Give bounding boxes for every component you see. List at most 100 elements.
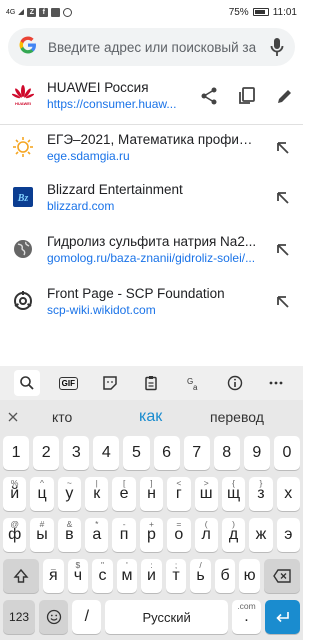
space-key[interactable]: Русский	[105, 600, 228, 634]
copy-icon[interactable]	[237, 86, 257, 111]
key-alt-label: _	[51, 560, 56, 570]
suggestion-title: HUAWEI Россия	[47, 80, 149, 95]
key-л[interactable]: (л	[194, 518, 218, 552]
current-page-suggestion[interactable]: HUAWEI HUAWEI Россия https://consumer.hu…	[0, 78, 303, 122]
collapse-icon[interactable]	[8, 409, 18, 425]
key-digit-7[interactable]: 7	[183, 436, 210, 470]
key-ч[interactable]: $ ч	[67, 559, 89, 593]
key-label: 4	[101, 444, 111, 461]
key-alt-label: /	[199, 560, 202, 570]
key-м[interactable]: ' м	[116, 559, 138, 593]
battery-percent: 75%	[228, 6, 249, 18]
suggestion-item[interactable]: ЕГЭ–2021, Математика профил... ege.sdamg…	[0, 132, 303, 176]
info-icon[interactable]	[222, 370, 248, 396]
key-т[interactable]: ; т	[165, 559, 187, 593]
key-у[interactable]: ~ у	[57, 477, 82, 511]
suggestion-title: ЕГЭ–2021, Математика профил...	[47, 132, 257, 147]
key-alt-label: $	[75, 560, 81, 570]
shift-key[interactable]	[3, 559, 40, 593]
key-label: ю	[243, 567, 256, 584]
key-ь[interactable]: / ь	[190, 559, 211, 593]
clipboard-icon[interactable]	[138, 370, 164, 396]
key-к[interactable]: | к	[85, 477, 109, 511]
translate-icon[interactable]: Ga	[180, 370, 206, 396]
suggestion-text: HUAWEI Россия https://consumer.huaw...	[47, 80, 182, 111]
key-alt-label: |	[95, 478, 98, 488]
key-ф[interactable]: @ ф	[3, 518, 27, 552]
search-input[interactable]	[48, 39, 269, 55]
emoji-key[interactable]	[39, 600, 69, 634]
period-key[interactable]: .com .	[231, 600, 262, 634]
key-digit-6[interactable]: 6	[153, 436, 180, 470]
key-ц[interactable]: ^ ц	[30, 477, 54, 511]
battery-icon	[252, 8, 269, 16]
key-р[interactable]: + р	[139, 518, 164, 552]
share-icon[interactable]	[199, 86, 219, 111]
svg-text:Bz: Bz	[17, 193, 29, 204]
key-digit-1[interactable]: 1	[3, 436, 30, 470]
key-digit-9[interactable]: 9	[243, 436, 270, 470]
refine-arrow-icon[interactable]	[275, 294, 291, 310]
key-ж[interactable]: ж	[249, 518, 273, 552]
key-п[interactable]: -п	[112, 518, 136, 552]
key-я[interactable]: _ я	[43, 559, 64, 593]
sun-icon	[12, 136, 34, 158]
refine-arrow-icon[interactable]	[275, 242, 291, 258]
gif-icon[interactable]: GIF	[55, 370, 81, 396]
suggestion-item[interactable]: Front Page - SCP Foundation scp-wiki.wik…	[0, 286, 303, 330]
keyboard: GIF Ga кто как перевод 1234567890 % й ^ ц ~ у…	[0, 366, 303, 640]
key-а[interactable]: * а	[85, 518, 109, 552]
key-digit-4[interactable]: 4	[93, 436, 120, 470]
key-digit-8[interactable]: 8	[213, 436, 240, 470]
suggestion-text: Blizzard Entertainment blizzard.com	[47, 182, 257, 213]
suggestion-item[interactable]: Гидролиз сульфита натрия Na2... gomolog.…	[0, 234, 303, 278]
facebook-icon: f	[39, 7, 49, 17]
key-digit-2[interactable]: 2	[33, 436, 60, 470]
key-в[interactable]: & в	[57, 518, 82, 552]
key-д[interactable]: ) д	[221, 518, 246, 552]
key-и[interactable]: :и	[141, 559, 162, 593]
key-digit-0[interactable]: 0	[273, 436, 300, 470]
key-б[interactable]: б	[214, 559, 236, 593]
refine-arrow-icon[interactable]	[275, 190, 291, 206]
more-icon[interactable]	[263, 370, 289, 396]
key-ш[interactable]: > ш	[194, 477, 218, 511]
suggestion-item[interactable]: Bz Blizzard Entertainment blizzard.com	[0, 182, 303, 226]
key-alt-label: @	[10, 519, 20, 529]
suggestion-url: scp-wiki.wikidot.com	[47, 303, 156, 317]
word-suggestion-center[interactable]: как	[139, 408, 162, 426]
word-suggestion-right[interactable]: перевод	[210, 409, 264, 425]
key-й[interactable]: % й	[3, 477, 27, 511]
key-н[interactable]: ] н	[139, 477, 164, 511]
word-suggestion-left[interactable]: кто	[52, 409, 72, 425]
edit-icon[interactable]	[275, 86, 295, 111]
key-о[interactable]: = о	[167, 518, 191, 552]
key-digit-5[interactable]: 5	[123, 436, 150, 470]
omnibox[interactable]	[8, 28, 295, 66]
slash-key[interactable]: /	[72, 600, 102, 634]
key-digit-3[interactable]: 3	[63, 436, 90, 470]
key-щ[interactable]: {щ	[221, 477, 246, 511]
letter-row-2: @ ф # ы & в * а - п + р = о(л) д ж э	[0, 518, 303, 552]
status-icons: 4G Z f	[6, 7, 73, 17]
key-label: э	[284, 526, 293, 543]
enter-key[interactable]	[265, 600, 300, 634]
key-е[interactable]: [е	[112, 477, 136, 511]
key-ы[interactable]: # ы	[30, 518, 54, 552]
key-з[interactable]: } з	[249, 477, 273, 511]
refine-arrow-icon[interactable]	[275, 140, 291, 156]
backspace-key[interactable]	[263, 559, 300, 593]
key-г[interactable]: < г	[167, 477, 191, 511]
key-ю[interactable]: ю	[239, 559, 260, 593]
sticker-icon[interactable]	[97, 370, 123, 396]
key-с[interactable]: " с	[92, 559, 113, 593]
key-э[interactable]: э	[276, 518, 300, 552]
key-label: 2	[41, 444, 51, 461]
keyboard-toolbar: GIF Ga	[0, 366, 303, 400]
key-х[interactable]: х	[276, 477, 300, 511]
microphone-icon[interactable]	[269, 37, 285, 57]
numbers-switch-key[interactable]: 123	[3, 600, 36, 634]
key-alt-label: ~	[66, 478, 72, 488]
search-icon[interactable]	[13, 370, 40, 396]
letter-row-1: % й ^ ц ~ у | к[е] н < г > ш{щ} з х	[0, 477, 303, 511]
